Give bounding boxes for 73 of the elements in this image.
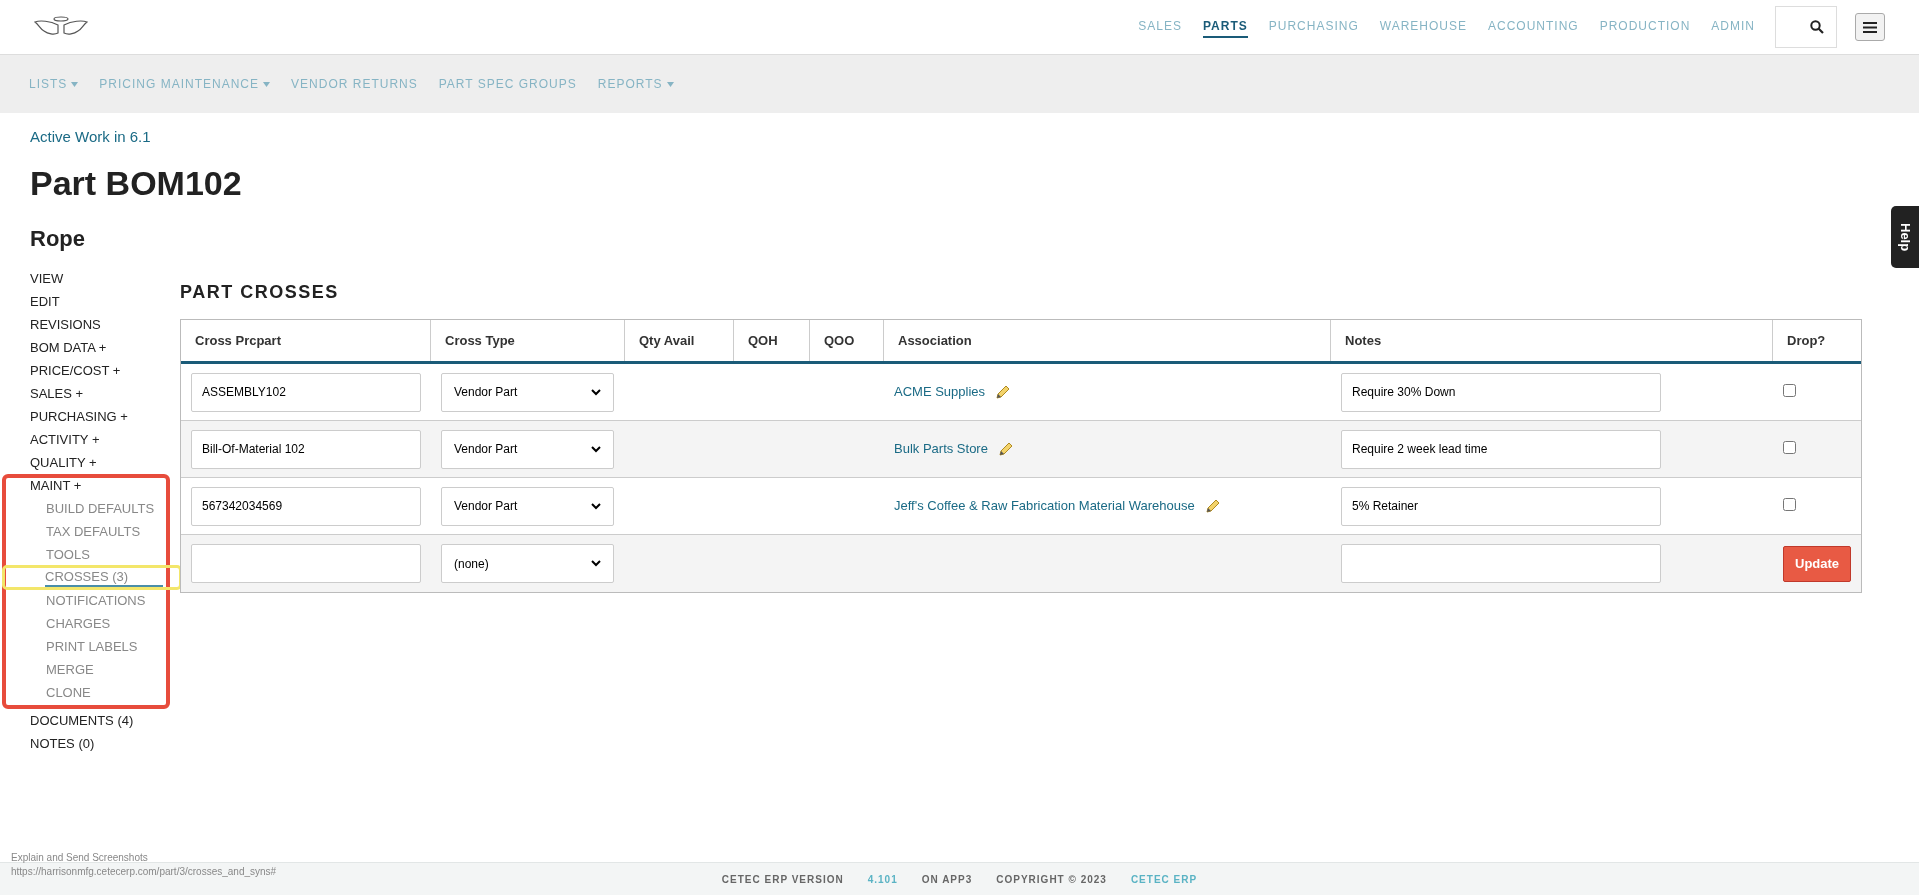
breadcrumb-link[interactable]: Active Work in 6.1 — [30, 128, 151, 145]
sidebar-item[interactable]: NOTES (0) — [2, 732, 174, 755]
sidebar-item[interactable]: EDIT — [2, 290, 174, 313]
sidebar-item[interactable]: BOM DATA + — [2, 336, 174, 359]
sidebar-item[interactable]: VIEW — [2, 267, 174, 290]
menu-icon — [1863, 21, 1877, 33]
text-input-field[interactable] — [191, 544, 421, 583]
sidebar-item[interactable]: PRICE/COST + — [2, 359, 174, 382]
sidebar-item[interactable]: MAINT + — [6, 474, 166, 497]
column-header: Cross Type — [431, 320, 625, 361]
sidebar-item[interactable]: PURCHASING + — [2, 405, 174, 428]
text-input-field[interactable]: 5% Retainer — [1341, 486, 1661, 526]
chevron-down-icon — [591, 388, 601, 396]
cross-type-select[interactable]: (none) — [441, 544, 614, 583]
chevron-down-icon — [591, 445, 601, 453]
caret-icon — [71, 81, 79, 87]
sidebar-item[interactable]: REVISIONS — [2, 313, 174, 336]
sidebar-item[interactable]: QUALITY + — [2, 451, 174, 474]
association-link[interactable]: Jeff's Coffee & Raw Fabrication Material Warehouse — [894, 496, 1195, 516]
caret-icon — [666, 81, 674, 87]
association-link[interactable]: Bulk Parts Store — [894, 439, 988, 459]
column-header: QOH — [734, 320, 810, 361]
sidebar-subitem[interactable]: CROSSES (3) — [45, 568, 163, 587]
sidebar-item[interactable]: DOCUMENTS (4) — [2, 709, 174, 732]
text-input-field[interactable] — [1341, 544, 1661, 583]
cross-type-select[interactable]: Vendor Part — [441, 486, 614, 526]
footer-text: COPYRIGHT © 2023 — [996, 872, 1107, 887]
part-description: Rope — [30, 225, 86, 253]
column-header: QOO — [810, 320, 884, 361]
status-overlay-text: https://harrisonmfg.cetecerp.com/part/3/crosses_and_syns# — [11, 865, 277, 879]
caret-icon — [263, 81, 271, 87]
sidebar-subitem[interactable]: BUILD DEFAULTS — [6, 497, 166, 520]
text-input-field[interactable]: Require 2 week lead time — [1341, 429, 1661, 469]
chevron-down-icon — [591, 560, 601, 567]
sidebar-item[interactable]: ACTIVITY + — [2, 428, 174, 451]
status-overlay-text: Explain and Send Screenshots — [11, 851, 149, 865]
search-icon — [1810, 20, 1824, 34]
column-header: Notes — [1331, 320, 1773, 361]
column-header: Drop? — [1786, 331, 1827, 350]
pencil-icon[interactable] — [995, 384, 1012, 400]
pencil-icon[interactable] — [997, 441, 1014, 457]
sidebar-subitem[interactable]: TOOLS — [6, 543, 166, 566]
sidebar-subitem[interactable]: MERGE — [6, 658, 166, 681]
footer-text: ON APP3 — [921, 872, 973, 887]
column-header: Cross Prcpart — [181, 320, 431, 361]
drop-checkbox[interactable] — [1783, 441, 1796, 454]
cross-type-select[interactable]: Vendor Part — [441, 372, 614, 412]
menu-button[interactable] — [1855, 13, 1885, 41]
sidebar-item[interactable]: SALES + — [2, 382, 174, 405]
column-header: Association — [884, 320, 1331, 361]
drop-checkbox[interactable] — [1783, 498, 1796, 511]
chevron-down-icon — [591, 502, 601, 510]
drop-checkbox[interactable] — [1783, 384, 1796, 397]
pencil-icon[interactable] — [1204, 498, 1221, 514]
sidebar-subitem[interactable]: NOTIFICATIONS — [6, 589, 166, 612]
search-button[interactable] — [1775, 6, 1837, 48]
text-input-field[interactable]: Require 30% Down — [1341, 372, 1661, 412]
sidebar-subitem[interactable]: CLONE — [6, 681, 166, 704]
update-button[interactable]: Update — [1783, 545, 1852, 582]
page-title: Part BOM102 — [30, 163, 243, 203]
help-tab[interactable]: Help — [1891, 206, 1919, 268]
sidebar-subitem[interactable]: CHARGES — [6, 612, 166, 635]
text-input-field[interactable]: ASSEMBLY102 — [191, 372, 421, 412]
footer-text: CETEC ERP VERSION — [721, 872, 844, 887]
sidebar-subitem[interactable]: TAX DEFAULTS — [6, 520, 166, 543]
text-input-field[interactable]: Bill-Of-Material 102 — [191, 429, 421, 469]
column-header: Qty Avail — [625, 320, 734, 361]
cross-type-select[interactable]: Vendor Part — [441, 429, 614, 469]
nav-tab[interactable]: PARTS — [1202, 16, 1248, 38]
text-input-field[interactable]: 567342034569 — [191, 486, 421, 526]
association-link[interactable]: ACME Supplies — [894, 382, 986, 402]
section-title: PART CROSSES — [180, 281, 340, 304]
sidebar-subitem[interactable]: PRINT LABELS — [6, 635, 166, 658]
